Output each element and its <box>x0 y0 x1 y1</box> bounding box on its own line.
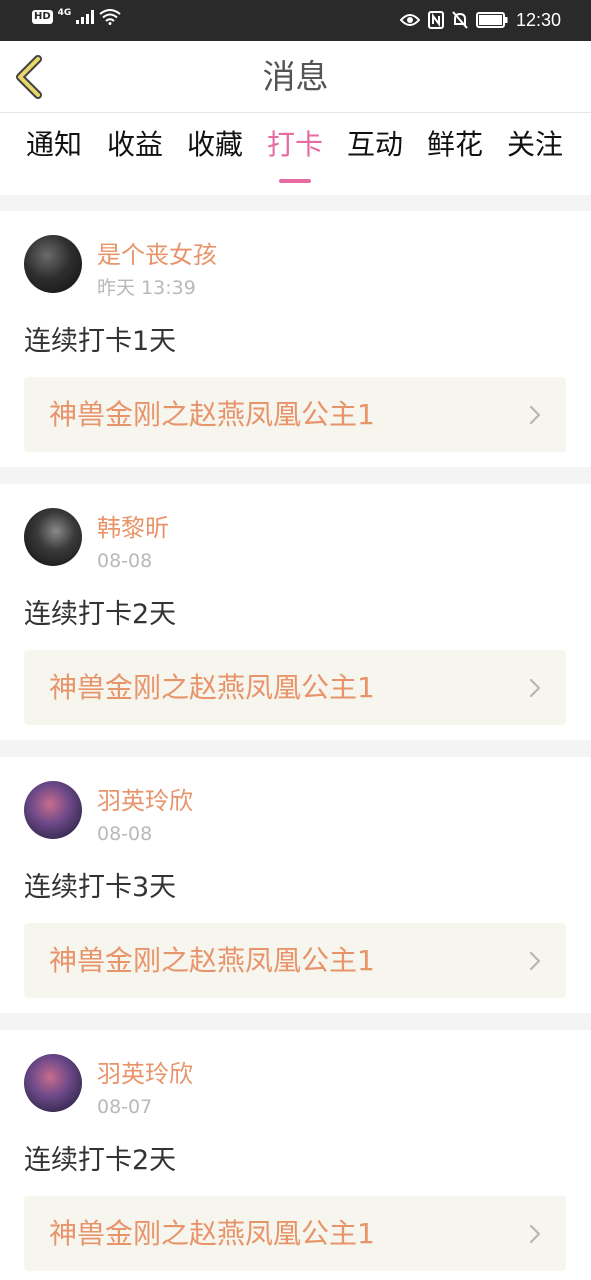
avatar[interactable] <box>24 781 82 839</box>
tab-label: 收藏 <box>186 128 243 161</box>
checkin-feed: 是个丧女孩 昨天 13:39 连续打卡1天 神兽金刚之赵燕凤凰公主1 韩黎昕 0… <box>0 195 591 1280</box>
eye-icon <box>399 14 420 26</box>
checkin-text: 连续打卡1天 <box>24 326 177 357</box>
chevron-right-icon <box>529 678 541 698</box>
tab-earnings[interactable]: 收益 <box>100 125 170 185</box>
tab-bar: 通知 收益 收藏 打卡 互动 鲜花 关注 <box>0 113 591 195</box>
chevron-right-icon <box>529 405 541 425</box>
list-item: 是个丧女孩 昨天 13:39 连续打卡1天 神兽金刚之赵燕凤凰公主1 <box>0 211 591 467</box>
checkin-text: 连续打卡2天 <box>24 599 177 630</box>
book-title: 神兽金刚之赵燕凤凰公主1 <box>49 1217 375 1250</box>
list-item: 羽英玲欣 08-07 连续打卡2天 神兽金刚之赵燕凤凰公主1 <box>0 1030 591 1280</box>
network-type: 4G <box>57 7 72 18</box>
user-name[interactable]: 是个丧女孩 <box>97 239 217 271</box>
post-time: 08-07 <box>97 1096 153 1118</box>
battery-icon <box>475 12 508 28</box>
avatar[interactable] <box>24 1054 82 1112</box>
book-link[interactable]: 神兽金刚之赵燕凤凰公主1 <box>24 377 566 452</box>
signal-icon <box>76 10 95 24</box>
tab-flowers[interactable]: 鲜花 <box>420 125 490 185</box>
tab-notice[interactable]: 通知 <box>19 125 89 185</box>
tab-label: 通知 <box>25 128 82 161</box>
book-link[interactable]: 神兽金刚之赵燕凤凰公主1 <box>24 923 566 998</box>
status-right: 12:30 <box>399 8 561 32</box>
book-title: 神兽金刚之赵燕凤凰公主1 <box>49 944 375 977</box>
book-link[interactable]: 神兽金刚之赵燕凤凰公主1 <box>24 1196 566 1271</box>
chevron-right-icon <box>529 1224 541 1244</box>
mute-bell-icon <box>452 11 468 29</box>
list-item: 羽英玲欣 08-08 连续打卡3天 神兽金刚之赵燕凤凰公主1 <box>0 757 591 1013</box>
book-title: 神兽金刚之赵燕凤凰公主1 <box>49 398 375 431</box>
tab-follow[interactable]: 关注 <box>500 125 570 185</box>
chevron-right-icon <box>529 951 541 971</box>
page-title: 消息 <box>262 57 329 96</box>
post-time: 昨天 13:39 <box>97 277 196 299</box>
post-time: 08-08 <box>97 550 153 572</box>
tab-label: 鲜花 <box>426 128 483 161</box>
tab-label: 打卡 <box>266 128 323 161</box>
status-left: HD 4G <box>32 7 121 25</box>
clock: 12:30 <box>515 10 561 30</box>
avatar[interactable] <box>24 235 82 293</box>
post-time: 08-08 <box>97 823 153 845</box>
status-bar: HD 4G 12:30 <box>0 0 591 41</box>
book-title: 神兽金刚之赵燕凤凰公主1 <box>49 671 375 704</box>
active-tab-indicator <box>279 179 311 183</box>
tab-label: 互动 <box>346 128 403 161</box>
checkin-text: 连续打卡3天 <box>24 872 177 903</box>
tab-label: 收益 <box>106 128 163 161</box>
wifi-icon <box>99 9 121 25</box>
list-item: 韩黎昕 08-08 连续打卡2天 神兽金刚之赵燕凤凰公主1 <box>0 484 591 740</box>
tab-label: 关注 <box>506 128 563 161</box>
tab-checkin[interactable]: 打卡 <box>260 125 330 185</box>
user-name[interactable]: 羽英玲欣 <box>97 785 193 817</box>
user-name[interactable]: 韩黎昕 <box>97 512 169 544</box>
user-name[interactable]: 羽英玲欣 <box>97 1058 193 1090</box>
book-link[interactable]: 神兽金刚之赵燕凤凰公主1 <box>24 650 566 725</box>
tab-favorites[interactable]: 收藏 <box>180 125 250 185</box>
header: 消息 <box>0 41 591 113</box>
nfc-icon <box>427 11 444 29</box>
avatar[interactable] <box>24 508 82 566</box>
tab-interaction[interactable]: 互动 <box>340 125 410 185</box>
hd-badge: HD <box>32 10 53 24</box>
checkin-text: 连续打卡2天 <box>24 1145 177 1176</box>
